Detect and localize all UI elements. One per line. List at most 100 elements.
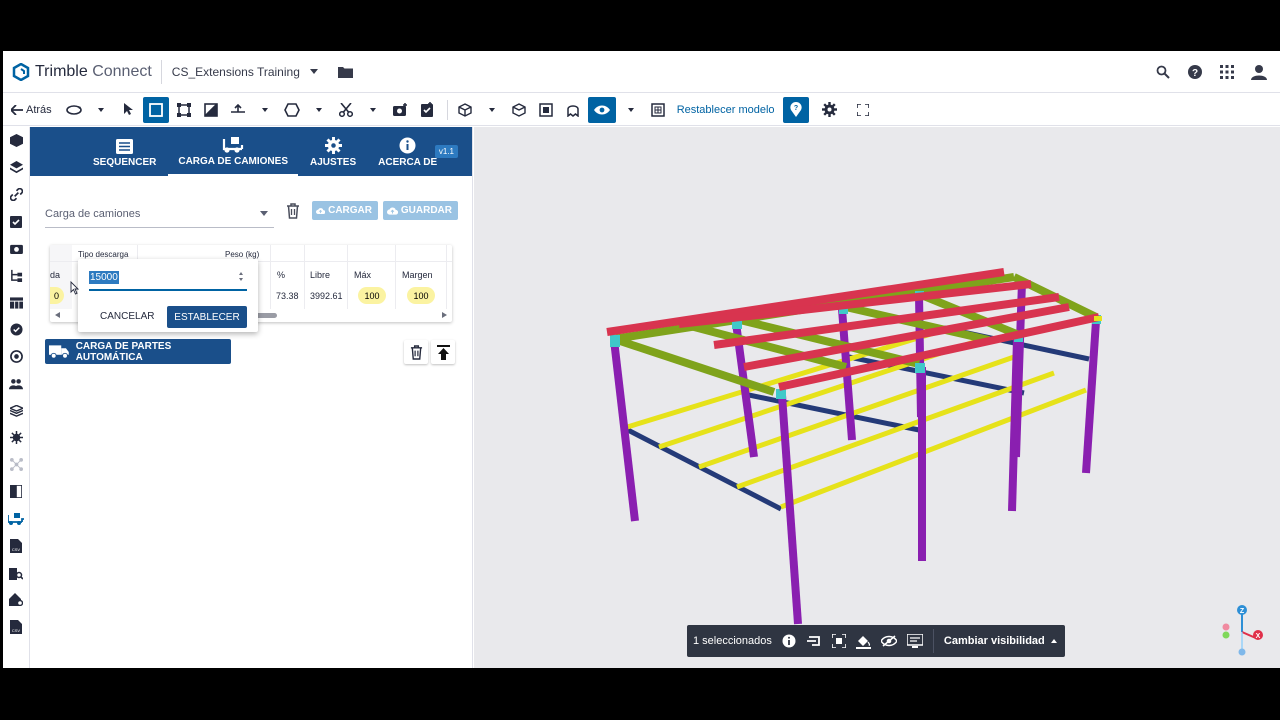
apps-grid-icon[interactable] [1218,63,1236,81]
transform-icon [176,102,191,117]
measure-dropdown[interactable] [253,97,277,123]
visibility-dropdown[interactable] [619,97,643,123]
rail-table[interactable] [3,289,29,316]
upload-button[interactable]: CARGAR [312,201,378,220]
rail-models[interactable] [3,127,29,154]
isolate-tool[interactable] [507,97,531,123]
value-input[interactable]: 15000 [89,267,247,291]
issue-tool[interactable] [415,97,439,123]
rail-csv-export[interactable]: CSV [3,532,29,559]
extension-tool[interactable]: ? [782,96,809,123]
rail-tree[interactable] [3,262,29,289]
search-icon[interactable] [1154,63,1172,81]
info-icon[interactable] [782,634,796,648]
axis-gizmo[interactable]: Z X [1220,602,1270,658]
compare-icon [10,485,22,498]
view-dropdown[interactable] [480,97,504,123]
chevron-down-icon [97,107,104,112]
loading-select-value: Carga de camiones [45,207,141,220]
cube-icon [457,102,472,117]
tab-sequencer[interactable]: SEQUENCER [83,127,166,176]
rail-csv-import[interactable]: CSV [3,613,29,640]
rail-team[interactable] [3,370,29,397]
trimble-connect-logo[interactable]: Trimble Connect [12,62,152,81]
cursor-arrow-icon [123,103,133,115]
scroll-left-icon[interactable] [55,312,60,318]
pointer-tool[interactable] [116,97,140,123]
trash-icon[interactable] [286,203,300,219]
auto-load-parts-button[interactable]: CARGA DE PARTES AUTOMÁTICA [45,339,231,364]
back-button[interactable]: Atrás [11,104,52,116]
svg-text:CSV: CSV [12,628,21,633]
info-icon [399,137,416,153]
eye-icon [593,105,610,114]
clipboard-check-icon [10,216,22,228]
tab-settings[interactable]: AJUSTES [300,127,366,176]
markup-tool[interactable] [280,97,304,123]
fullscreen-tool[interactable] [851,97,875,123]
snapshot-tool[interactable] [388,97,412,123]
clip-tool[interactable] [334,97,358,123]
settings-tool[interactable] [818,97,842,123]
rail-links[interactable] [3,181,29,208]
fit-to-selection-icon[interactable] [831,634,846,648]
scroll-right-icon[interactable] [442,312,447,318]
steel-structure-model[interactable] [474,127,1280,668]
box-select-tool[interactable] [142,96,169,123]
help-icon[interactable]: ? [1186,63,1204,81]
paint-bucket-icon[interactable] [855,634,871,649]
markup-dropdown[interactable] [307,97,331,123]
group-header-unload-type: Tipo descarga [78,250,129,259]
transform-tool[interactable] [172,97,196,123]
loading-select[interactable]: Carga de camiones [45,200,274,228]
rail-reality[interactable] [3,343,29,370]
tab-truck-loading[interactable]: CARGA DE CAMIONES [168,127,298,176]
rail-virus[interactable] [3,424,29,451]
user-icon[interactable] [1250,63,1268,81]
delete-button[interactable] [404,340,428,364]
chevron-down-icon [309,69,318,74]
representation-tool[interactable] [534,97,558,123]
orbit-tool[interactable] [62,97,86,123]
set-button[interactable]: ESTABLECER [167,306,247,328]
orbit-dropdown[interactable] [89,97,113,123]
selection-bar-divider [932,629,934,653]
rail-compare[interactable] [3,478,29,505]
unload-button[interactable] [431,340,455,364]
truck-icon [49,345,69,359]
chevron-down-icon [260,211,268,216]
number-stepper[interactable] [239,272,243,281]
change-visibility-button[interactable]: Cambiar visibilidad [944,635,1057,647]
folder-icon[interactable] [337,66,353,78]
measure-tool[interactable] [226,97,250,123]
rail-todos[interactable] [3,208,29,235]
properties-panel-icon[interactable] [906,634,923,648]
rail-layers[interactable] [3,154,29,181]
layers-view-icon [538,102,553,117]
reset-model-link[interactable]: Restablecer modelo [677,104,775,116]
selection-count: 1 seleccionados [693,635,772,647]
rail-network[interactable] [3,451,29,478]
project-selector[interactable]: CS_Extensions Training [172,65,318,79]
rail-home-settings[interactable] [3,586,29,613]
rail-building-search[interactable] [3,559,29,586]
rail-views[interactable] [3,235,29,262]
chevron-down-icon [627,107,634,112]
cell-margin[interactable]: 100 [407,287,435,304]
save-button[interactable]: GUARDAR [383,201,458,220]
clip-dropdown[interactable] [361,97,385,123]
view-cube-tool[interactable] [453,97,477,123]
rail-truck-loading[interactable] [3,505,29,532]
cancel-button[interactable]: CANCELAR [100,311,154,322]
model-viewport[interactable]: 1 seleccionados Cambiar visibilidad Z X [474,127,1280,668]
ghost-tool[interactable] [561,97,585,123]
visibility-tool[interactable] [587,96,616,123]
link-object-icon[interactable] [806,635,822,647]
eye-off-icon[interactable] [880,635,897,647]
rail-clash[interactable] [3,316,29,343]
globe-icon [9,350,23,363]
cell-max[interactable]: 100 [358,287,386,304]
fit-grid-tool[interactable] [646,97,670,123]
section-tool[interactable] [199,97,223,123]
rail-stack[interactable] [3,397,29,424]
